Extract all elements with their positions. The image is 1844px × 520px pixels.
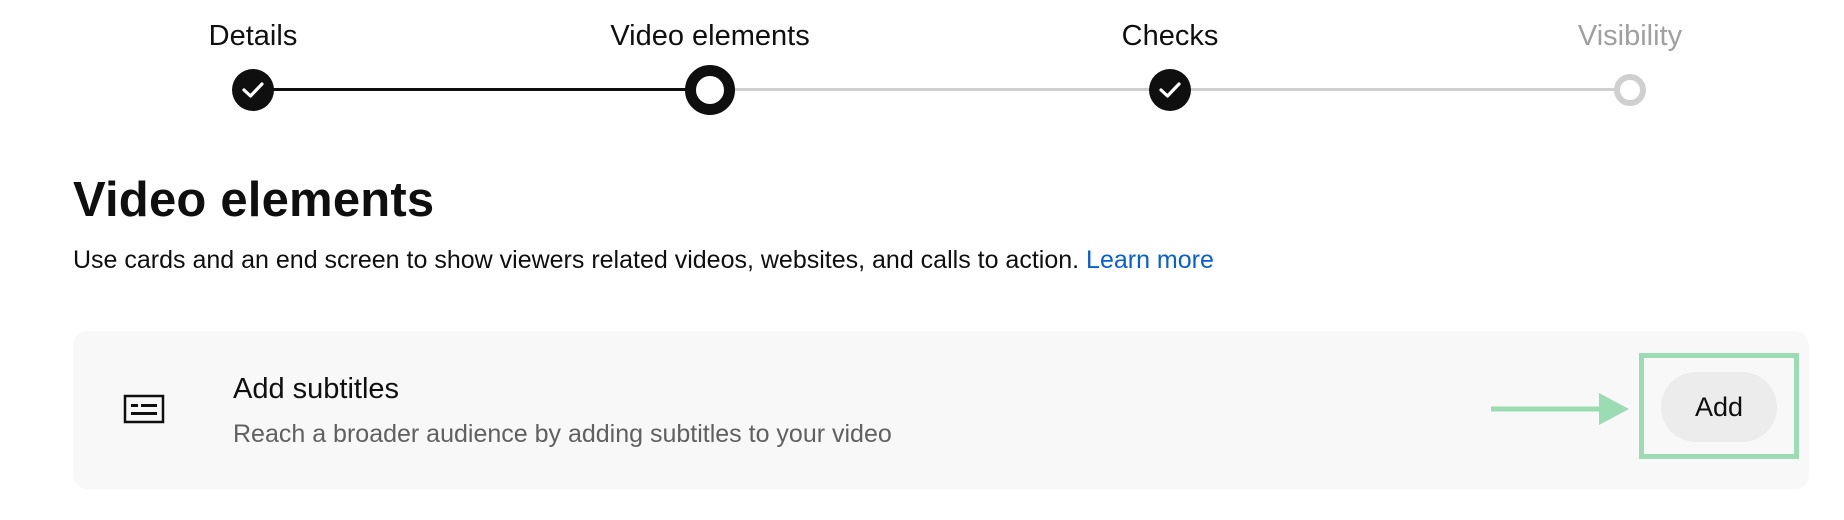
checkmark-icon [242, 82, 264, 98]
card-title: Add subtitles [233, 373, 400, 405]
step-label-visibility[interactable]: Visibility [1578, 20, 1682, 53]
step-details-check-icon[interactable] [232, 69, 274, 111]
annotation-arrow-icon [1491, 393, 1629, 425]
step-label-details[interactable]: Details [209, 20, 298, 53]
checkmark-icon [1159, 82, 1181, 98]
card-description: Reach a broader audience by adding subti… [233, 420, 892, 448]
page-description: Use cards and an end screen to show view… [73, 246, 1214, 275]
upload-stepper: Details Video elements Checks Visibility [0, 0, 1844, 130]
step-label-video-elements[interactable]: Video elements [610, 20, 809, 53]
description-text: Use cards and an end screen to show view… [73, 246, 1080, 274]
step-visibility-pending-icon[interactable] [1614, 74, 1646, 106]
learn-more-link[interactable]: Learn more [1086, 246, 1214, 274]
step-checks-check-icon[interactable] [1149, 69, 1191, 111]
page-title: Video elements [73, 173, 435, 227]
step-label-checks[interactable]: Checks [1122, 20, 1219, 53]
add-subtitles-button[interactable]: Add [1661, 372, 1777, 442]
step-video-elements-current-icon[interactable] [685, 65, 735, 115]
video-elements-page: Details Video elements Checks Visibility… [0, 0, 1844, 520]
add-subtitles-card: Add subtitles Reach a broader audience b… [73, 331, 1809, 489]
stepper-track-completed [253, 88, 710, 91]
subtitles-icon [123, 394, 165, 424]
